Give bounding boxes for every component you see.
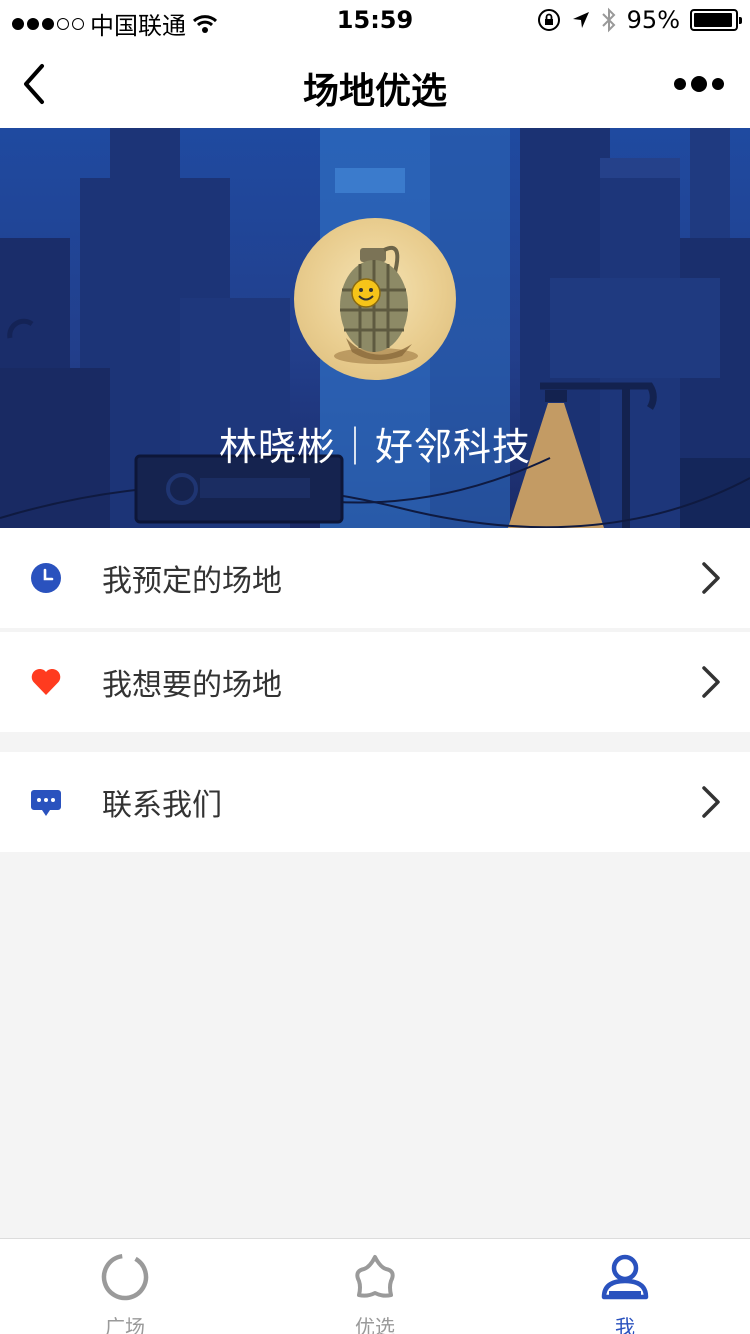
location-icon <box>572 12 589 28</box>
profile-banner: 林晓彬｜好邻科技 <box>0 128 750 528</box>
menu-item-booked-venues[interactable]: 我预定的场地 <box>0 528 750 628</box>
ring-icon <box>101 1253 149 1301</box>
tab-bar: 广场 优选 我 <box>0 1238 750 1334</box>
menu-item-label: 我想要的场地 <box>102 668 282 703</box>
chevron-right-icon <box>702 562 720 594</box>
heart-icon <box>31 668 61 695</box>
person-icon <box>601 1254 649 1300</box>
tab-plaza[interactable]: 广场 <box>0 1239 250 1334</box>
menu-item-label: 我预定的场地 <box>102 564 282 599</box>
grenade-avatar-icon <box>334 245 418 364</box>
menu-item-label: 联系我们 <box>102 788 222 823</box>
star-icon <box>355 1255 395 1298</box>
tab-label: 广场 <box>105 1315 145 1334</box>
tab-picks[interactable]: 优选 <box>250 1239 500 1334</box>
chat-icon <box>31 790 61 816</box>
chevron-right-icon <box>702 666 720 698</box>
status-bar: 中国联通 15:59 95% <box>0 0 750 40</box>
orientation-lock-icon <box>537 9 560 31</box>
battery-icon <box>690 9 742 31</box>
battery-percent: 95% <box>626 6 680 34</box>
nav-bar: 场地优选 <box>0 40 750 128</box>
tab-me[interactable]: 我 <box>500 1239 750 1334</box>
tab-label: 我 <box>615 1315 635 1334</box>
bluetooth-icon <box>601 7 616 33</box>
tab-label: 优选 <box>355 1315 395 1334</box>
clock-icon <box>31 563 61 593</box>
menu-item-contact-us[interactable]: 联系我们 <box>0 752 750 852</box>
status-right: 95% <box>537 6 742 34</box>
profile-name: 林晓彬｜好邻科技 <box>218 425 531 469</box>
chevron-right-icon <box>702 786 720 818</box>
more-menu-icon[interactable] <box>674 76 724 92</box>
avatar[interactable] <box>294 218 456 380</box>
page-title: 场地优选 <box>302 71 447 112</box>
menu-item-wishlist-venues[interactable]: 我想要的场地 <box>0 632 750 732</box>
